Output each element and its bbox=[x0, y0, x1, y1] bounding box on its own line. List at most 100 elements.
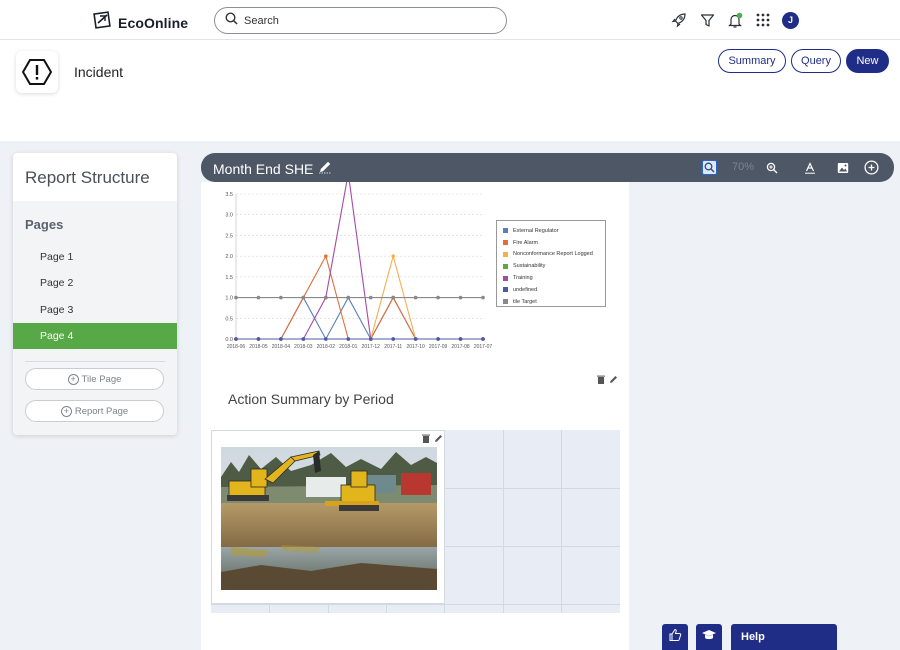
data-point bbox=[279, 337, 283, 341]
legend-label: External Regulator bbox=[513, 227, 559, 234]
y-tick-label: 3.0 bbox=[225, 213, 233, 219]
image-icon[interactable] bbox=[835, 160, 850, 175]
construction-site-photo bbox=[221, 447, 437, 590]
feedback-button[interactable] bbox=[662, 624, 688, 650]
chart-legend: External Regulator Fire Alarm Nonconform… bbox=[496, 220, 606, 307]
pages-section: Pages Page 1 Page 2 Page 3 Page 4 + Tile… bbox=[13, 201, 177, 435]
add-report-page-label: Report Page bbox=[74, 405, 129, 417]
legend-swatch bbox=[503, 240, 508, 246]
data-point bbox=[458, 337, 463, 341]
legend-item: External Regulator bbox=[503, 225, 605, 237]
x-tick-label: 2017-09 bbox=[429, 344, 448, 350]
x-tick-label: 2018-06 bbox=[227, 344, 246, 350]
y-tick-label: 2.0 bbox=[225, 254, 233, 260]
bell-icon[interactable] bbox=[726, 11, 744, 29]
x-tick-label: 2018-01 bbox=[339, 344, 358, 350]
sidebar-item-page-3[interactable]: Page 3 bbox=[13, 297, 177, 323]
image-tile-actions bbox=[422, 434, 443, 445]
y-tick-label: 2.5 bbox=[225, 233, 233, 239]
legend-item: undefined bbox=[503, 284, 605, 296]
brand-name: EcoOnline bbox=[118, 14, 189, 31]
add-tile-page-button[interactable]: + Tile Page bbox=[25, 368, 164, 390]
text-format-icon[interactable] bbox=[802, 160, 817, 175]
trash-icon[interactable] bbox=[422, 434, 430, 445]
data-point bbox=[279, 295, 283, 300]
x-tick-label: 2017-12 bbox=[362, 344, 381, 350]
grid-line bbox=[561, 430, 562, 613]
chart-tile-actions bbox=[597, 375, 618, 386]
user-avatar[interactable]: J bbox=[782, 11, 799, 29]
y-tick-label: 3.5 bbox=[225, 192, 233, 198]
incident-module-icon bbox=[16, 51, 58, 93]
plus-circle-icon: + bbox=[60, 405, 72, 417]
edit-icon[interactable] bbox=[609, 375, 618, 386]
x-tick-label: 2018-03 bbox=[294, 344, 313, 350]
apps-grid-icon[interactable] bbox=[754, 11, 772, 29]
trash-icon[interactable] bbox=[597, 375, 605, 386]
data-point bbox=[234, 337, 238, 341]
grid-line bbox=[503, 430, 504, 613]
legend-swatch bbox=[503, 287, 508, 293]
add-report-page-button[interactable]: + Report Page bbox=[25, 400, 164, 422]
image-tile[interactable] bbox=[211, 430, 445, 604]
sidebar-divider bbox=[25, 361, 165, 362]
edit-pencil-icon[interactable] bbox=[318, 160, 332, 177]
zoom-in-icon[interactable] bbox=[764, 160, 779, 175]
x-tick-label: 2018-04 bbox=[272, 344, 291, 350]
data-point bbox=[391, 254, 395, 258]
data-point bbox=[368, 295, 373, 300]
report-title: Month End SHE bbox=[213, 160, 314, 177]
thumbs-up-icon bbox=[668, 628, 682, 647]
add-circle-icon[interactable] bbox=[864, 160, 879, 175]
filter-icon[interactable] bbox=[698, 11, 716, 29]
zoom-level: 70% bbox=[732, 161, 755, 173]
x-tick-label: 2017-07 bbox=[474, 344, 493, 350]
data-point bbox=[391, 337, 395, 341]
legend-label: undefined bbox=[513, 286, 538, 293]
data-point bbox=[324, 254, 328, 258]
data-point bbox=[413, 295, 418, 300]
data-point bbox=[391, 295, 395, 300]
new-button[interactable]: New bbox=[846, 49, 889, 73]
legend-swatch bbox=[503, 299, 508, 305]
query-button[interactable]: Query bbox=[791, 49, 841, 73]
graduation-cap-icon bbox=[701, 628, 717, 647]
data-point bbox=[368, 337, 373, 341]
sidebar-item-page-1[interactable]: Page 1 bbox=[13, 244, 177, 270]
help-button[interactable]: Help bbox=[731, 624, 837, 650]
x-tick-label: 2018-05 bbox=[249, 344, 268, 350]
data-point bbox=[324, 337, 328, 341]
report-title-group[interactable]: Month End SHE bbox=[213, 160, 332, 177]
grid-line bbox=[211, 604, 620, 605]
data-point bbox=[301, 337, 306, 341]
x-tick-label: 2018-02 bbox=[317, 344, 336, 350]
data-point bbox=[256, 337, 261, 341]
data-point bbox=[256, 295, 261, 300]
edit-icon[interactable] bbox=[434, 434, 443, 445]
legend-label: tile Target bbox=[513, 298, 537, 305]
zoom-fit-icon[interactable] bbox=[702, 160, 717, 175]
brand-logo[interactable]: EcoOnline bbox=[92, 10, 188, 35]
sidebar-item-page-4[interactable]: Page 4 bbox=[13, 323, 177, 349]
search-input[interactable] bbox=[244, 14, 484, 27]
rocket-icon[interactable] bbox=[670, 11, 688, 29]
data-point bbox=[301, 295, 306, 300]
legend-swatch bbox=[503, 263, 508, 269]
training-button[interactable] bbox=[696, 624, 722, 650]
legend-swatch bbox=[503, 251, 508, 257]
report-toolbar: Month End SHE 70% bbox=[201, 153, 894, 182]
x-tick-label: 2017-10 bbox=[406, 344, 425, 350]
data-point bbox=[481, 337, 485, 341]
series-line bbox=[236, 182, 483, 340]
legend-swatch bbox=[503, 228, 508, 234]
legend-item: tile Target bbox=[503, 296, 605, 308]
y-tick-label: 0.5 bbox=[225, 316, 233, 322]
summary-button[interactable]: Summary bbox=[718, 49, 786, 73]
sidebar-item-page-2[interactable]: Page 2 bbox=[13, 270, 177, 296]
legend-label: Training bbox=[513, 275, 533, 282]
data-point bbox=[481, 295, 485, 300]
legend-label: Nonconformance Report Logged bbox=[513, 251, 593, 258]
search-box[interactable] bbox=[214, 7, 507, 34]
legend-item: Fire Alarm bbox=[503, 237, 605, 249]
data-point bbox=[458, 295, 463, 300]
